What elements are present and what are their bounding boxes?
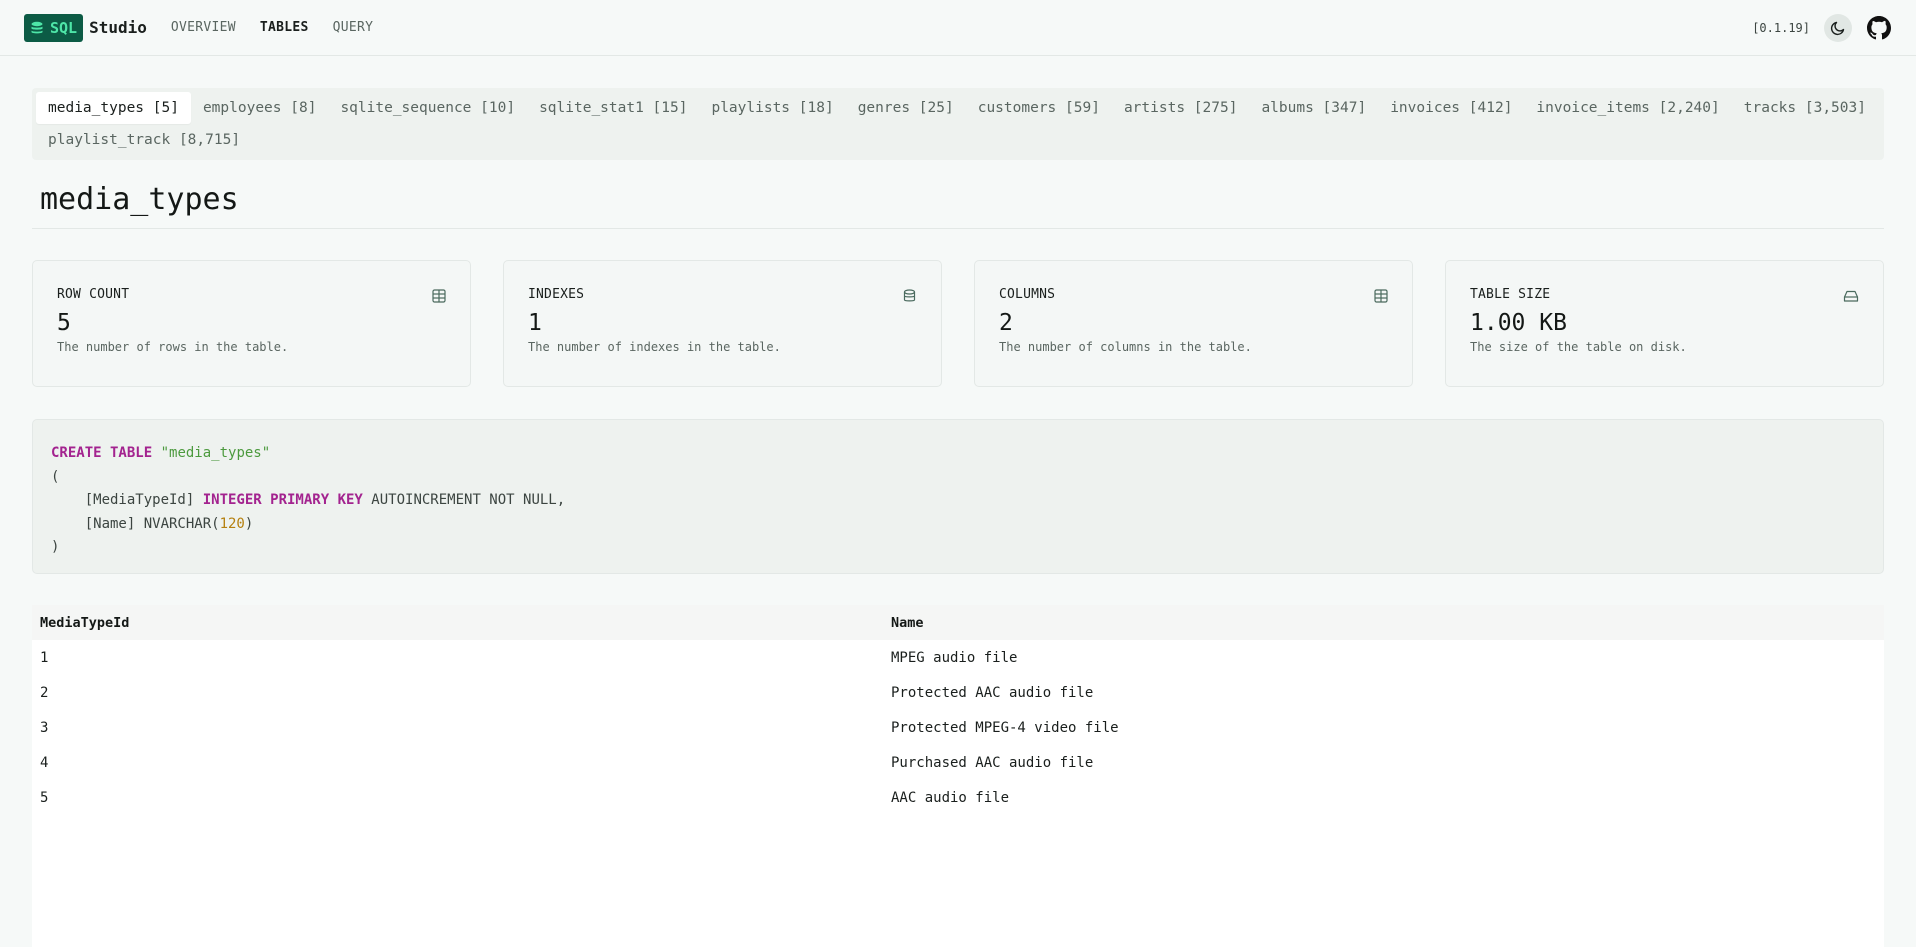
create-statement: CREATE TABLE "media_types" ( [MediaTypeI… xyxy=(32,419,1884,574)
database-icon xyxy=(903,289,916,302)
sql-keyword: INTEGER PRIMARY KEY xyxy=(202,492,363,508)
sql-line: ) xyxy=(51,539,60,555)
sql-line: AUTOINCREMENT NOT NULL, xyxy=(362,492,566,508)
tab-albums[interactable]: albums [347] xyxy=(1249,92,1378,124)
table-header: MediaTypeId Name xyxy=(32,605,1884,640)
table-tabs: media_types [5] employees [8] sqlite_seq… xyxy=(32,88,1884,160)
card-description: The number of rows in the table. xyxy=(57,340,289,354)
table-cell: 2 xyxy=(40,684,49,701)
column-header-mediatypeid[interactable]: MediaTypeId xyxy=(32,615,891,631)
database-icon xyxy=(31,21,43,33)
tab-sqlite-sequence[interactable]: sqlite_sequence [10] xyxy=(328,92,527,124)
table-icon xyxy=(1374,289,1388,303)
tab-genres[interactable]: genres [25] xyxy=(846,92,966,124)
table-icon xyxy=(432,289,446,303)
table-cell: 1 xyxy=(40,649,49,666)
moon-icon xyxy=(1830,21,1845,35)
table-cell: Purchased AAC audio file xyxy=(891,754,1094,771)
tab-playlists[interactable]: playlists [18] xyxy=(699,92,845,124)
data-table: MediaTypeId Name 1 MPEG audio file 2 Pro… xyxy=(32,605,1884,947)
sql-line: [MediaTypeId] xyxy=(51,492,203,508)
version-label: [0.1.19] xyxy=(1752,20,1810,35)
card-description: The number of indexes in the table. xyxy=(528,340,781,354)
card-label: ROW COUNT xyxy=(57,287,130,302)
card-label: TABLE SIZE xyxy=(1470,287,1551,302)
sql-keyword: CREATE TABLE xyxy=(51,445,153,461)
tab-media-types[interactable]: media_types [5] xyxy=(36,92,191,124)
table-row: 3 Protected MPEG-4 video file xyxy=(32,710,1884,745)
tab-employees[interactable]: employees [8] xyxy=(191,92,329,124)
columns-card: COLUMNS 2 The number of columns in the t… xyxy=(974,260,1413,387)
table-cell: Protected AAC audio file xyxy=(891,684,1094,701)
tab-tracks[interactable]: tracks [3,503] xyxy=(1732,92,1878,124)
table-row: 1 MPEG audio file xyxy=(32,640,1884,675)
card-value: 1.00 KB xyxy=(1470,310,1567,336)
app-header: SQL Studio OVERVIEW TABLES QUERY [0.1.19… xyxy=(0,0,1916,56)
table-cell: MPEG audio file xyxy=(891,649,1018,666)
card-value: 5 xyxy=(57,310,71,336)
card-value: 1 xyxy=(528,310,542,336)
tab-artists[interactable]: artists [275] xyxy=(1112,92,1250,124)
stat-cards: ROW COUNT 5 The number of rows in the ta… xyxy=(32,260,1884,387)
sql-number: 120 xyxy=(219,515,245,532)
main-nav: OVERVIEW TABLES QUERY xyxy=(171,20,373,35)
theme-toggle-button[interactable] xyxy=(1824,13,1852,42)
card-description: The number of columns in the table. xyxy=(999,340,1252,354)
indexes-card: INDEXES 1 The number of indexes in the t… xyxy=(503,260,942,387)
sql-line: [Name] NVARCHAR( xyxy=(51,515,220,532)
logo-badge-text: SQL xyxy=(50,18,78,37)
nav-overview[interactable]: OVERVIEW xyxy=(171,20,236,35)
hard-drive-icon xyxy=(1843,290,1859,302)
table-row: 4 Purchased AAC audio file xyxy=(32,745,1884,780)
table-cell: Protected MPEG-4 video file xyxy=(891,719,1119,736)
tab-invoice-items[interactable]: invoice_items [2,240] xyxy=(1524,92,1731,124)
sql-table-name: "media_types" xyxy=(160,445,271,461)
table-row: 2 Protected AAC audio file xyxy=(32,675,1884,710)
table-cell: 4 xyxy=(40,754,49,771)
header-actions: [0.1.19] xyxy=(1752,13,1892,42)
card-description: The size of the table on disk. xyxy=(1470,340,1687,354)
card-label: COLUMNS xyxy=(999,287,1056,302)
tab-playlist-track[interactable]: playlist_track [8,715] xyxy=(36,124,252,156)
title-divider xyxy=(32,228,1884,229)
column-header-name[interactable]: Name xyxy=(891,615,1884,631)
logo-text: Studio xyxy=(89,18,147,37)
table-size-card: TABLE SIZE 1.00 KB The size of the table… xyxy=(1445,260,1884,387)
table-cell: 5 xyxy=(40,789,49,806)
tab-sqlite-stat1[interactable]: sqlite_stat1 [15] xyxy=(527,92,699,124)
tab-invoices[interactable]: invoices [412] xyxy=(1378,92,1524,124)
sql-line: ( xyxy=(51,468,60,485)
nav-tables[interactable]: TABLES xyxy=(260,20,309,35)
row-count-card: ROW COUNT 5 The number of rows in the ta… xyxy=(32,260,471,387)
card-value: 2 xyxy=(999,310,1013,336)
table-cell: 3 xyxy=(40,719,49,736)
logo[interactable]: SQL Studio xyxy=(24,13,147,42)
github-icon xyxy=(1867,15,1891,39)
card-label: INDEXES xyxy=(528,287,585,302)
page-title: media_types xyxy=(40,182,239,217)
sql-line: ) xyxy=(244,515,254,532)
logo-badge: SQL xyxy=(24,13,84,42)
tab-customers[interactable]: customers [59] xyxy=(966,92,1112,124)
table-cell: AAC audio file xyxy=(891,789,1010,806)
nav-query[interactable]: QUERY xyxy=(333,20,374,35)
table-row: 5 AAC audio file xyxy=(32,780,1884,815)
github-link[interactable] xyxy=(1866,15,1892,41)
